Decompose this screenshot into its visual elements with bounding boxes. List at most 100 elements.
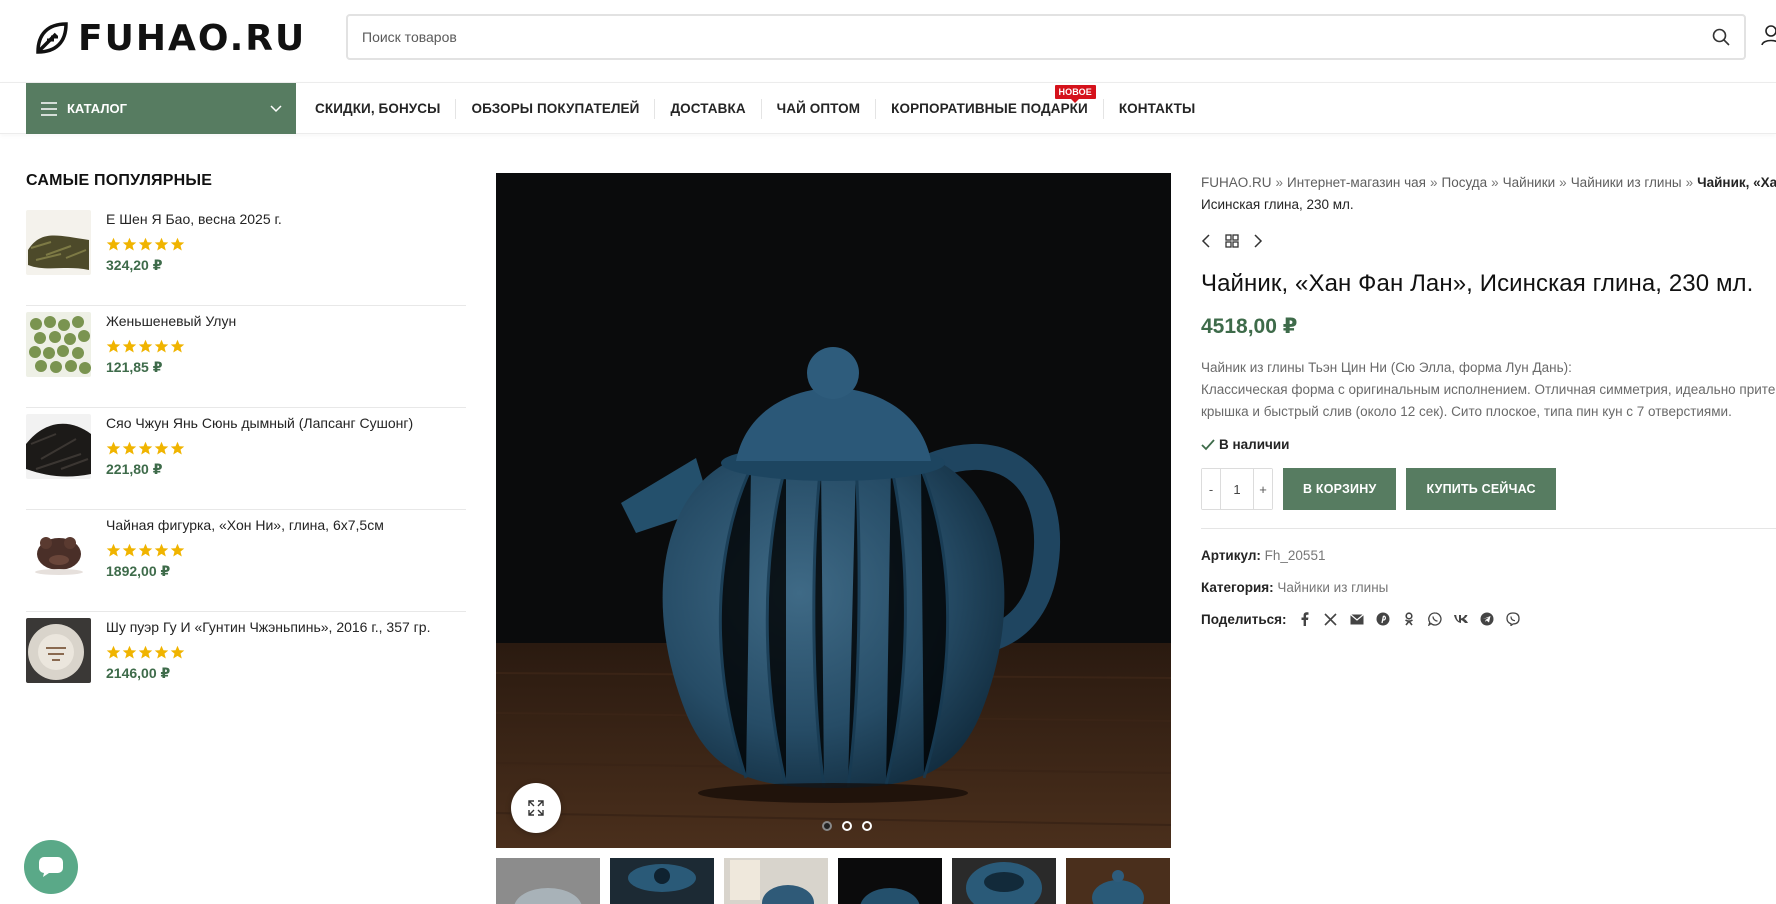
buy-now-button[interactable]: КУПИТЬ СЕЙЧАС <box>1406 468 1556 510</box>
user-account-icon[interactable] <box>1760 24 1776 50</box>
gallery-thumbnail[interactable] <box>724 858 828 904</box>
star-icon <box>122 645 137 659</box>
viber-icon[interactable] <box>1505 611 1521 627</box>
star-icon <box>138 237 153 251</box>
product-gallery <box>496 173 1171 848</box>
whatsapp-icon[interactable] <box>1427 611 1443 627</box>
sku-value: Fh_20551 <box>1264 548 1326 563</box>
add-to-cart-row: - + В КОРЗИНУ КУПИТЬ СЕЙЧАС <box>1201 468 1776 510</box>
facebook-icon[interactable] <box>1297 611 1313 627</box>
product-thumbnail[interactable] <box>26 414 91 479</box>
breadcrumb-current: Чайник, «Хан Фан Лан», <box>1697 175 1776 190</box>
product-price: 121,85 ₽ <box>106 359 163 375</box>
slider-dot[interactable] <box>822 821 832 831</box>
search-input[interactable] <box>348 16 1698 58</box>
nav-item-corporate-gifts[interactable]: КОРПОРАТИВНЫЕ ПОДАРКИ НОВОЕ <box>876 84 1104 119</box>
check-icon <box>1201 438 1215 450</box>
site-logo[interactable]: FUHAO.RU <box>34 18 306 59</box>
star-icon <box>122 237 137 251</box>
product-name-link[interactable]: Шу пуэр Гу И «Гунтин Чжэньпинь», 2016 г.… <box>106 618 430 636</box>
gallery-thumbnail[interactable] <box>1066 858 1170 904</box>
category-label: Категория: <box>1201 580 1274 595</box>
star-icon <box>138 543 153 557</box>
star-icon <box>170 441 185 455</box>
prev-product-icon[interactable] <box>1201 234 1211 248</box>
product-price: 221,80 ₽ <box>106 461 163 477</box>
search-icon[interactable] <box>1698 16 1744 58</box>
qty-input[interactable] <box>1220 469 1254 509</box>
category-link[interactable]: Чайники из глины <box>1277 580 1388 595</box>
star-icon <box>154 339 169 353</box>
product-name-link[interactable]: Чайная фигурка, «Хон Ни», глина, 6х7,5см <box>106 516 384 534</box>
popular-product-item: Женьшеневый Улун 121,85 ₽ <box>26 306 466 408</box>
product-thumbnail[interactable] <box>26 312 91 377</box>
x-icon[interactable] <box>1323 611 1339 627</box>
gallery-thumbnail[interactable] <box>838 858 942 904</box>
pinterest-icon[interactable] <box>1375 611 1391 627</box>
product-name-link[interactable]: Сяо Чжун Янь Сюнь дымный (Лапсанг Сушонг… <box>106 414 413 432</box>
nav-item-reviews[interactable]: ОБЗОРЫ ПОКУПАТЕЛЕЙ <box>456 98 656 119</box>
breadcrumb-link[interactable]: Посуда <box>1442 175 1488 190</box>
expand-icon <box>528 800 544 816</box>
qty-minus-button[interactable]: - <box>1202 469 1220 509</box>
gallery-thumbnail[interactable] <box>610 858 714 904</box>
email-icon[interactable] <box>1349 611 1365 627</box>
nav-item-discounts[interactable]: СКИДКИ, БОНУСЫ <box>300 98 457 119</box>
star-icon <box>106 543 121 557</box>
category-row: Категория: Чайники из глины <box>1201 579 1776 597</box>
star-icon <box>106 645 121 659</box>
qty-plus-button[interactable]: + <box>1254 469 1272 509</box>
chat-widget-button[interactable] <box>24 840 78 894</box>
breadcrumb-link[interactable]: Интернет-магазин чая <box>1287 175 1426 190</box>
catalog-button[interactable]: КАТАЛОГ <box>26 83 296 134</box>
telegram-icon[interactable] <box>1479 611 1495 627</box>
product-thumbnail[interactable] <box>26 516 91 581</box>
gallery-thumbnail[interactable] <box>496 858 600 904</box>
star-icon <box>154 441 169 455</box>
sku-row: Артикул: Fh_20551 <box>1201 547 1776 565</box>
slider-dot[interactable] <box>862 821 872 831</box>
nav-item-label: КОРПОРАТИВНЫЕ ПОДАРКИ <box>891 100 1088 116</box>
star-icon <box>138 339 153 353</box>
product-thumbnail[interactable] <box>26 210 91 275</box>
zoom-fullscreen-button[interactable] <box>511 783 561 833</box>
nav-item-wholesale[interactable]: ЧАЙ ОПТОМ <box>762 98 877 119</box>
grid-icon[interactable] <box>1225 234 1239 248</box>
product-name-link[interactable]: Е Шен Я Бао, весна 2025 г. <box>106 210 282 228</box>
product-name-link[interactable]: Женьшеневый Улун <box>106 312 236 330</box>
star-icon <box>154 237 169 251</box>
star-icon <box>154 645 169 659</box>
chat-bubble-icon <box>39 857 63 877</box>
teapot-product-image[interactable] <box>496 173 1171 848</box>
next-product-icon[interactable] <box>1253 234 1263 248</box>
star-icon <box>122 339 137 353</box>
star-icon <box>170 237 185 251</box>
popular-product-item: Чайная фигурка, «Хон Ни», глина, 6х7,5см… <box>26 510 466 612</box>
star-rating <box>106 339 236 354</box>
breadcrumb-link[interactable]: Чайники из глины <box>1571 175 1682 190</box>
breadcrumb-link[interactable]: FUHAO.RU <box>1201 175 1272 190</box>
gallery-thumbnail[interactable] <box>952 858 1056 904</box>
product-price: 2146,00 ₽ <box>106 665 171 681</box>
slider-dot[interactable] <box>842 821 852 831</box>
product-price: 4518,00 ₽ <box>1201 315 1298 338</box>
breadcrumb-separator: » <box>1491 175 1499 190</box>
vk-icon[interactable] <box>1453 611 1469 627</box>
nav-item-delivery[interactable]: ДОСТАВКА <box>655 98 762 119</box>
breadcrumb-link[interactable]: Чайники <box>1503 175 1556 190</box>
odnoklassniki-icon[interactable] <box>1401 611 1417 627</box>
search-bar <box>346 14 1746 60</box>
star-icon <box>138 645 153 659</box>
star-rating <box>106 237 282 252</box>
product-meta: Артикул: Fh_20551 Категория: Чайники из … <box>1201 547 1776 597</box>
site-header: FUHAO.RU <box>0 0 1776 82</box>
nav-item-label: ОБЗОРЫ ПОКУПАТЕЛЕЙ <box>471 100 640 116</box>
star-rating <box>106 441 413 456</box>
breadcrumb-current-continued: Исинская глина, 230 мл. <box>1201 197 1354 212</box>
description-line: Чайник из глины Тьэн Цин Ни (Сю Элла, фо… <box>1201 360 1572 375</box>
new-badge: НОВОЕ <box>1054 84 1096 103</box>
product-thumbnail[interactable] <box>26 618 91 683</box>
add-to-cart-button[interactable]: В КОРЗИНУ <box>1283 468 1397 510</box>
divider <box>1201 528 1776 529</box>
nav-item-contacts[interactable]: КОНТАКТЫ <box>1104 99 1210 119</box>
